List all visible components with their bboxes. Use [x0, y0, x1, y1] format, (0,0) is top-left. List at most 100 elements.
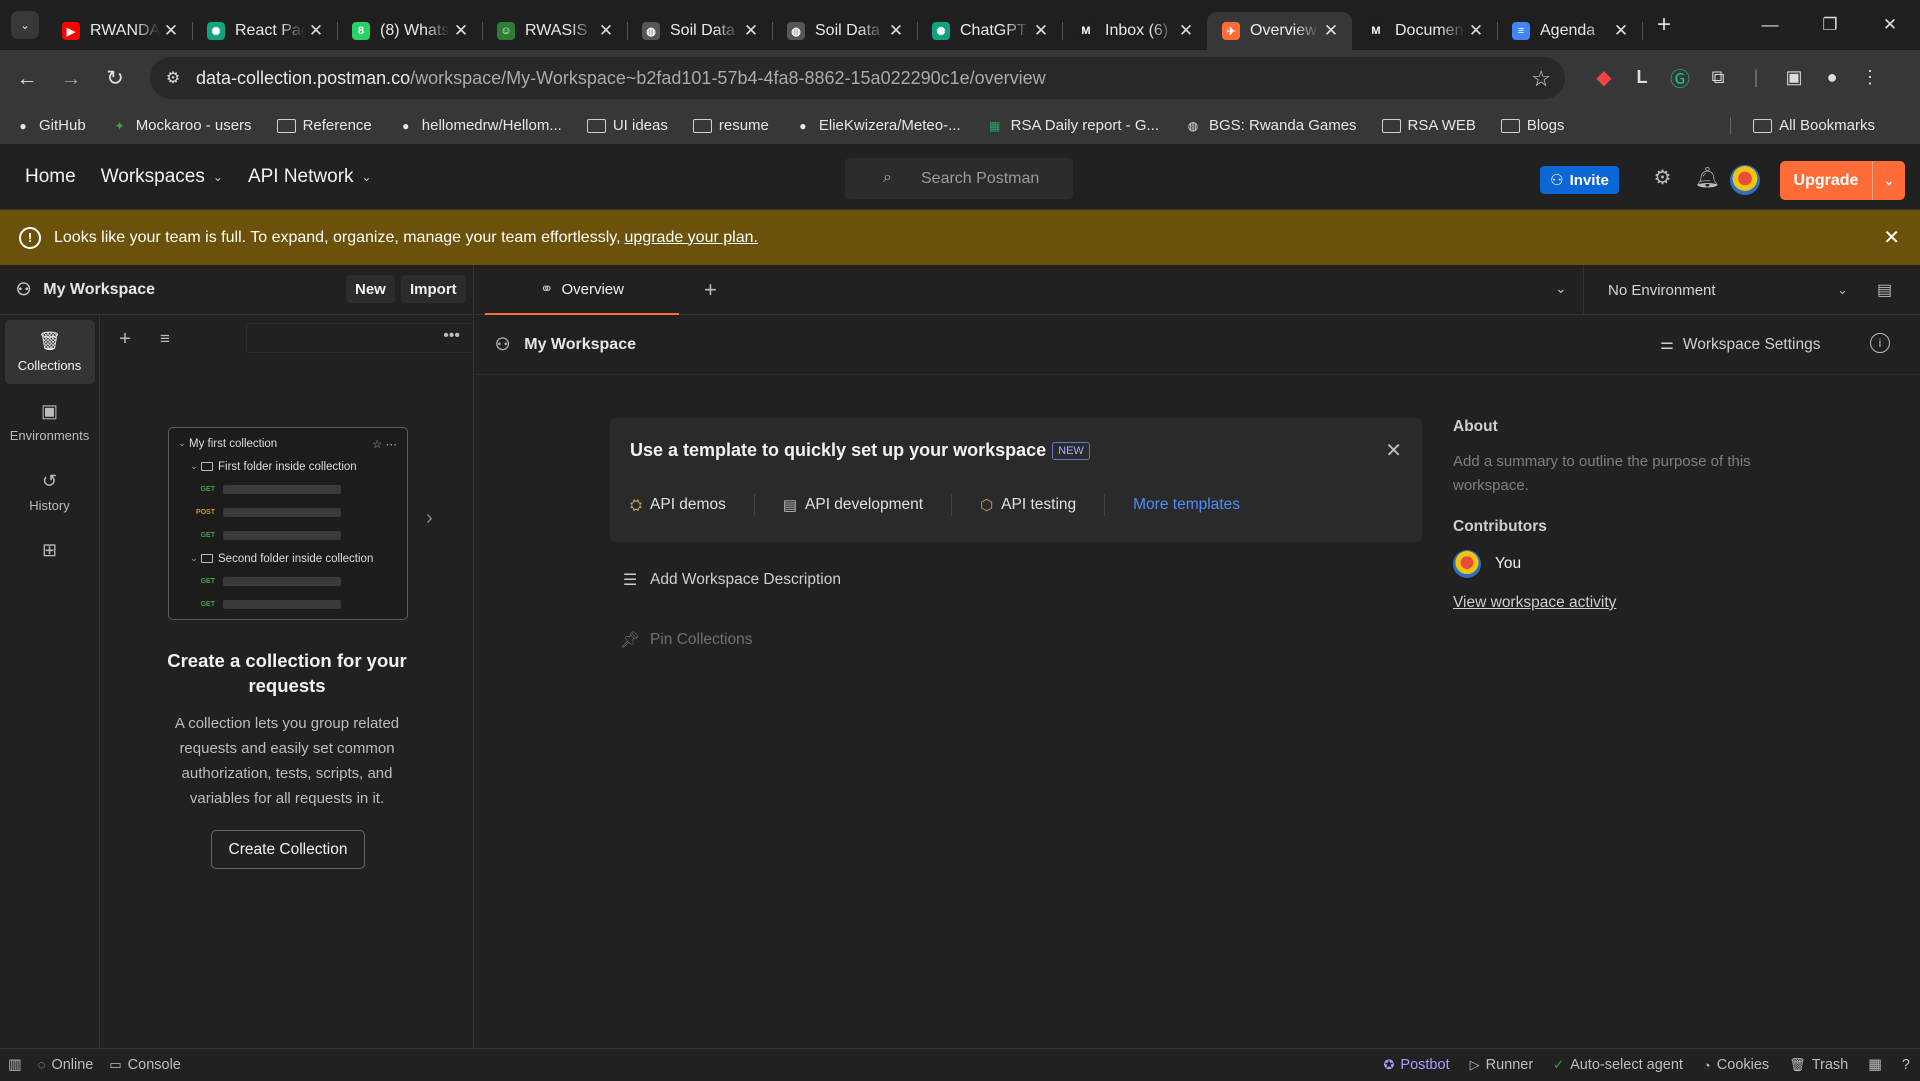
l-extension-icon[interactable]: L — [1623, 67, 1661, 88]
extensions-icon[interactable]: ⧉ — [1699, 67, 1737, 88]
reload-icon[interactable]: ↻ — [93, 66, 137, 91]
postbot-button[interactable]: ✪ Postbot — [1384, 1057, 1450, 1073]
restore-icon[interactable]: ❐ — [1800, 15, 1860, 35]
back-icon[interactable]: ← — [5, 67, 49, 91]
color-extension-icon[interactable]: ◆ — [1585, 65, 1623, 90]
side-panel-icon[interactable]: ▣ — [1775, 67, 1813, 88]
new-tab-icon[interactable]: + — [1646, 11, 1682, 39]
url-text[interactable]: data-collection.postman.co/workspace/My-… — [196, 68, 1046, 89]
grammarly-icon[interactable]: Ⓖ — [1661, 63, 1699, 92]
browser-tab[interactable]: ≡ Agenda ✕ — [1497, 12, 1643, 50]
bookmark-item[interactable]: ● ElieKwizera/Meteo-... — [794, 117, 960, 134]
create-collection-button[interactable]: Create Collection — [211, 830, 365, 869]
bookmark-star-icon[interactable]: ☆ — [1531, 66, 1551, 92]
environment-quick-look-icon[interactable]: ▤ — [1877, 280, 1892, 300]
more-templates-link[interactable]: More templates — [1133, 496, 1240, 514]
bookmark-item[interactable]: ● hellomedrw/Hellom... — [397, 117, 562, 134]
close-tab-icon[interactable]: ✕ — [885, 21, 907, 41]
site-info-icon[interactable]: ⚙ — [160, 68, 186, 88]
minimize-icon[interactable]: — — [1740, 15, 1800, 35]
online-status[interactable]: ◌ Online — [38, 1057, 94, 1073]
info-icon[interactable]: i — [1870, 333, 1890, 353]
close-tab-icon[interactable]: ✕ — [450, 21, 472, 41]
forward-icon[interactable]: → — [49, 67, 93, 91]
bookmark-item[interactable]: ▦ RSA Daily report - G... — [986, 117, 1159, 134]
search-input[interactable]: ⌕ Search Postman — [845, 158, 1073, 199]
browser-tab[interactable]: ☺ RWASIS ✕ — [482, 12, 628, 50]
close-icon[interactable]: ✕ — [1385, 438, 1402, 463]
workspace-activity-link[interactable]: View workspace activity — [1453, 594, 1873, 612]
home-link[interactable]: Home — [25, 166, 76, 188]
browser-tab[interactable]: ◍ Soil Data ✕ — [772, 12, 918, 50]
add-icon[interactable]: + — [110, 328, 140, 351]
omnibox[interactable]: ⚙ data-collection.postman.co/workspace/M… — [150, 57, 1565, 99]
menu-icon[interactable]: ⋮ — [1851, 67, 1889, 88]
new-button[interactable]: New — [346, 275, 395, 303]
about-summary[interactable]: Add a summary to outline the purpose of … — [1453, 450, 1783, 498]
bookmark-item[interactable]: ● GitHub — [14, 117, 85, 134]
runner-button[interactable]: ▷ Runner — [1470, 1057, 1534, 1073]
tab-search-icon[interactable]: ⌄ — [11, 11, 39, 39]
bookmark-item[interactable]: ✦ Mockaroo - users — [111, 117, 252, 134]
import-button[interactable]: Import — [401, 275, 466, 303]
browser-tab[interactable]: ◍ Soil Data ✕ — [627, 12, 773, 50]
bookmark-item[interactable]: UI ideas — [586, 117, 668, 134]
template-option-api-development[interactable]: ▤ API development — [783, 494, 953, 516]
bookmark-item[interactable]: Blogs — [1500, 117, 1564, 134]
sidebar-item-environments[interactable]: ▣ Environments — [5, 390, 95, 454]
cookies-button[interactable]: ◔ Cookies — [1703, 1057, 1769, 1073]
upgrade-plan-link[interactable]: upgrade your plan. — [625, 229, 758, 247]
trash-button[interactable]: 🗑︎ Trash — [1789, 1057, 1848, 1073]
filter-icon[interactable]: ≡ — [150, 329, 180, 349]
bookmark-item[interactable]: resume — [692, 117, 769, 134]
toggle-sidebar-icon[interactable]: ▥ — [8, 1057, 22, 1073]
close-tab-icon[interactable]: ✕ — [1610, 21, 1632, 41]
all-bookmarks[interactable]: All Bookmarks — [1730, 117, 1875, 134]
invite-button[interactable]: ⚇ Invite — [1540, 166, 1619, 194]
sidebar-item-collections[interactable]: 🗑︎ Collections — [4, 320, 95, 384]
auto-select-agent-button[interactable]: ✓ Auto-select agent — [1553, 1057, 1683, 1073]
chevron-down-icon[interactable]: ⌄ — [1555, 280, 1567, 297]
browser-tab[interactable]: 8 (8) WhatsApp✕ — [337, 12, 483, 50]
close-tab-icon[interactable]: ✕ — [305, 21, 327, 41]
bookmark-item[interactable]: Reference — [276, 117, 372, 134]
close-window-icon[interactable]: ✕ — [1860, 15, 1920, 35]
template-option-api-demos[interactable]: ⛭ API demos — [630, 494, 755, 516]
close-tab-icon[interactable]: ✕ — [595, 21, 617, 41]
settings-gear-icon[interactable]: ⚙ — [1640, 165, 1685, 190]
sidebar-item-configure[interactable]: ⊞ — [5, 530, 95, 570]
template-option-api-testing[interactable]: ⬡ API testing — [980, 494, 1106, 516]
workspace-settings-button[interactable]: ⚌ Workspace Settings — [1660, 335, 1820, 354]
close-tab-icon[interactable]: ✕ — [1465, 21, 1487, 41]
api-network-menu[interactable]: API Network ⌄ — [248, 166, 372, 188]
browser-tab[interactable]: ✺ ChatGPT ✕ — [917, 12, 1063, 50]
browser-tab[interactable]: M Inbox (6) ✕ — [1062, 12, 1208, 50]
help-icon[interactable]: ? — [1902, 1057, 1910, 1073]
add-tab-icon[interactable]: + — [704, 277, 717, 303]
close-tab-icon[interactable]: ✕ — [1175, 21, 1197, 41]
environment-select[interactable]: No Environment ⌄ ▤ — [1583, 265, 1913, 315]
pin-collections-button[interactable]: 📌︎ Pin Collections — [620, 630, 753, 650]
two-pane-icon[interactable]: ▦ — [1868, 1057, 1882, 1073]
tab-overview[interactable]: ⚭ Overview — [485, 265, 679, 315]
close-icon[interactable]: ✕ — [1883, 225, 1900, 250]
close-tab-icon[interactable]: ✕ — [160, 21, 182, 41]
upgrade-button[interactable]: Upgrade ⌄ — [1780, 161, 1905, 200]
avatar[interactable] — [1730, 165, 1760, 195]
workspaces-menu[interactable]: Workspaces ⌄ — [101, 166, 223, 188]
add-description-button[interactable]: ☰ Add Workspace Description — [620, 570, 841, 590]
browser-tab[interactable]: M Documents✕ — [1352, 12, 1498, 50]
close-tab-icon[interactable]: ✕ — [1320, 21, 1342, 41]
chevron-down-icon[interactable]: ⌄ — [1872, 161, 1905, 200]
bookmark-item[interactable]: ◍ BGS: Rwanda Games — [1184, 117, 1357, 134]
close-tab-icon[interactable]: ✕ — [1030, 21, 1052, 41]
page-title[interactable]: My Workspace — [524, 336, 636, 354]
browser-tab[interactable]: ✈ Overview ✕ — [1207, 12, 1352, 50]
workspace-name[interactable]: My Workspace — [43, 281, 155, 299]
console-button[interactable]: ▭ Console — [109, 1057, 181, 1073]
bookmark-item[interactable]: RSA WEB — [1381, 117, 1476, 134]
browser-tab[interactable]: ✺ React Page✕ — [192, 12, 338, 50]
profile-icon[interactable]: ● — [1813, 67, 1851, 88]
chevron-right-icon[interactable]: › — [426, 507, 433, 530]
notifications-bell-icon[interactable]: 🔔︎ — [1685, 165, 1730, 190]
